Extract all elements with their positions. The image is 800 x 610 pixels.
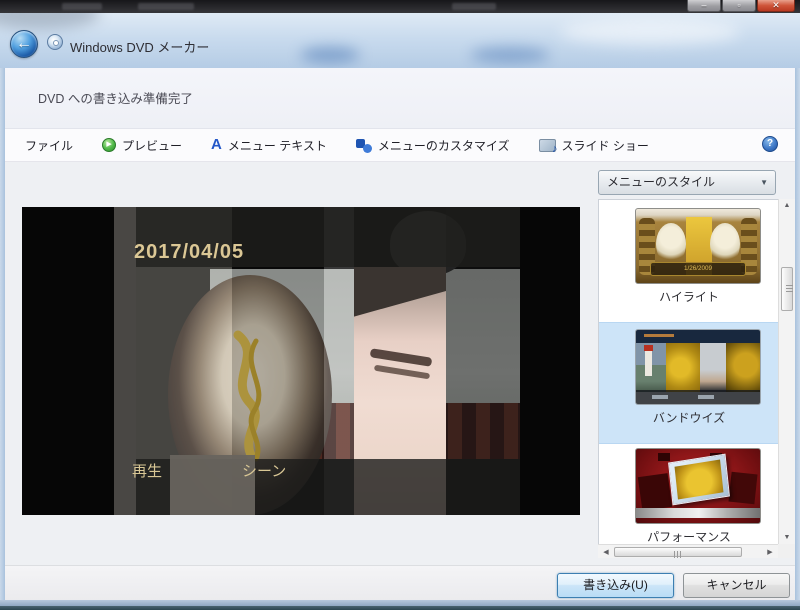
- footer-bar: [5, 565, 795, 600]
- play-circle-icon: ▶: [102, 138, 116, 152]
- thumb-art: [698, 395, 714, 399]
- file-menu-label: ファイル: [25, 137, 73, 154]
- window-border-right: [795, 13, 800, 606]
- thumb-art: [700, 343, 726, 392]
- horizontal-scroll-thumb[interactable]: [614, 547, 742, 557]
- thumb-art: [652, 395, 668, 399]
- customize-menu-label: メニューのカスタマイズ: [378, 137, 510, 154]
- menu-slideshow[interactable]: ♪ スライド ショー: [534, 134, 654, 157]
- menu-preview[interactable]: ▶ プレビュー: [97, 134, 187, 157]
- style-item-highlights[interactable]: 1/26/2009 ハイライト: [599, 202, 779, 322]
- burn-button[interactable]: 書き込み(U): [557, 573, 674, 598]
- window-controls: – ▫ ✕: [687, 0, 795, 12]
- style-label: ハイライト: [599, 288, 779, 305]
- thumb-art: [726, 343, 761, 392]
- glass-reflection: [470, 47, 550, 63]
- thumb-art: [638, 473, 672, 511]
- background-artifact: [62, 3, 102, 10]
- bandwidth-thumbnail: [635, 329, 761, 405]
- help-button[interactable]: ?: [762, 136, 778, 152]
- status-text: DVD への書き込み準備完了: [38, 88, 193, 107]
- scroll-up-icon[interactable]: ▲: [779, 202, 795, 209]
- close-button[interactable]: ✕: [757, 0, 795, 12]
- thumb-art: [710, 223, 740, 265]
- cancel-button[interactable]: キャンセル: [683, 573, 790, 598]
- screen: – ▫ ✕ ← Windows DVD メーカー DVD への書き込み準備完了 …: [0, 0, 800, 610]
- scroll-grip: [786, 285, 793, 293]
- style-item-bandwidth[interactable]: バンドウイズ: [599, 322, 779, 444]
- minimize-button[interactable]: –: [687, 0, 721, 12]
- desktop-sliver: [0, 606, 800, 610]
- slideshow-icon: ♪: [539, 139, 556, 152]
- scroll-down-icon[interactable]: ▼: [779, 534, 795, 541]
- horizontal-scrollbar[interactable]: ◀ ▶: [598, 544, 778, 558]
- slideshow-menu-label: スライド ショー: [562, 137, 649, 154]
- menu-scenes-label: シーン: [242, 460, 286, 481]
- menu-style-dropdown-label: メニューのスタイル: [607, 175, 715, 189]
- menu-style-dropdown[interactable]: メニューのスタイル ▼: [598, 170, 776, 195]
- menu-text-label: メニュー テキスト: [228, 137, 327, 154]
- window-title: Windows DVD メーカー: [70, 37, 209, 56]
- thumb-art: [666, 343, 700, 392]
- thumb-art: [656, 223, 686, 265]
- thumb-date-band: 1/26/2009: [650, 262, 746, 276]
- menu-file[interactable]: ファイル: [20, 134, 78, 157]
- background-artifact: [452, 3, 496, 10]
- scroll-right-icon[interactable]: ▶: [764, 548, 776, 556]
- thumb-art: [644, 334, 674, 337]
- scrollbar-corner: [778, 544, 795, 558]
- thumb-lighthouse: [645, 350, 652, 376]
- back-button[interactable]: ←: [10, 30, 38, 58]
- background-window-strip: [0, 0, 800, 13]
- thumb-date-text: 1/26/2009: [656, 264, 741, 275]
- back-arrow-icon: ←: [11, 31, 37, 56]
- scroll-left-icon[interactable]: ◀: [600, 548, 612, 556]
- thumb-art: [729, 472, 758, 505]
- dvd-maker-icon: [47, 34, 63, 50]
- menu-style-list: 1/26/2009 ハイライト バンドウイズ: [598, 199, 795, 558]
- scroll-grip: [674, 551, 682, 558]
- style-item-performance[interactable]: パフォーマンス: [599, 442, 779, 558]
- thumb-art: [675, 459, 724, 499]
- vertical-scroll-thumb[interactable]: [781, 267, 793, 311]
- performance-thumbnail: [635, 448, 761, 524]
- highlights-thumbnail: 1/26/2009: [635, 208, 761, 284]
- thumb-art: [644, 345, 653, 351]
- disc-title-text: 2017/04/05: [134, 241, 244, 264]
- chevron-down-icon: ▼: [760, 171, 768, 194]
- thumb-art: [658, 453, 670, 461]
- style-label: パフォーマンス: [599, 528, 779, 545]
- menu-play-label: 再生: [132, 460, 162, 481]
- menu-text[interactable]: A メニュー テキスト: [206, 134, 332, 157]
- toolbar: ファイル ▶ プレビュー A メニュー テキスト メニューのカスタマイズ ♪ ス…: [5, 129, 795, 162]
- background-artifact: [138, 3, 194, 10]
- menu-customize[interactable]: メニューのカスタマイズ: [351, 134, 515, 157]
- glass-reflection: [300, 47, 360, 63]
- vertical-scrollbar[interactable]: ▲ ▼: [778, 199, 795, 544]
- note-icon: ♪: [552, 144, 558, 154]
- maximize-button[interactable]: ▫: [722, 0, 756, 12]
- preview-menu-label: プレビュー: [122, 137, 182, 154]
- glass-reflection: [560, 19, 740, 45]
- thumb-screen: [668, 454, 730, 506]
- glass-reflection: [0, 13, 100, 29]
- thumb-art: [636, 508, 761, 518]
- style-label: バンドウイズ: [599, 409, 779, 426]
- dvd-menu-preview: 2017/04/05 再生 シーン: [22, 207, 580, 515]
- shapes-icon: [356, 138, 372, 153]
- letter-a-icon: A: [211, 138, 222, 152]
